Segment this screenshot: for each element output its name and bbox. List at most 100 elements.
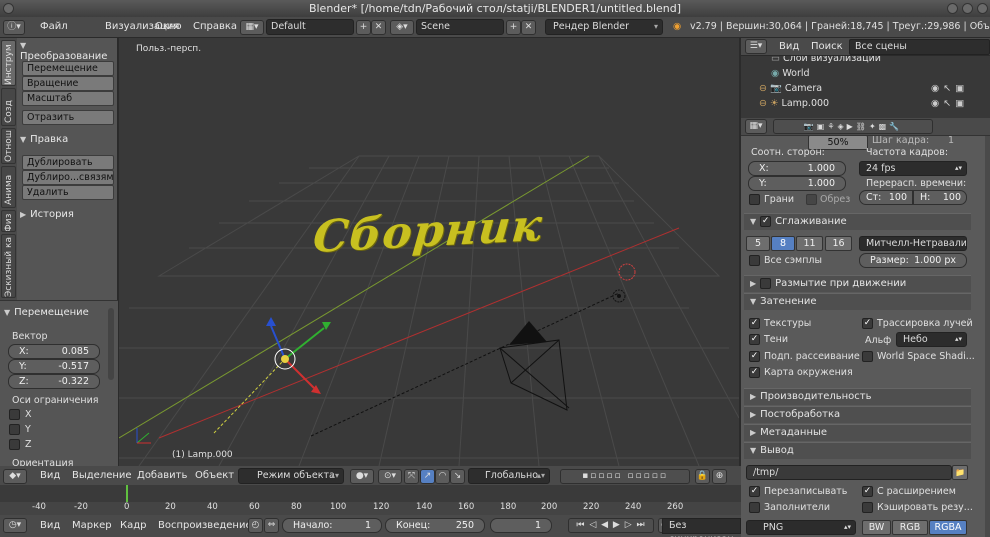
start-frame-field[interactable]: Начало: 1 bbox=[282, 518, 382, 533]
world-space-checkbox[interactable] bbox=[862, 351, 873, 362]
history-panel-header[interactable]: ▶ История bbox=[20, 209, 116, 220]
outliner-item[interactable]: ▭ Слои визуализации bbox=[771, 56, 881, 64]
aa-samples-11[interactable]: 11 bbox=[796, 236, 823, 251]
sss-checkbox[interactable]: ✓ bbox=[749, 351, 760, 362]
sync-select[interactable]: Без синхронизац bbox=[662, 518, 741, 537]
duplicate-button[interactable]: Дублировать bbox=[22, 155, 114, 170]
outliner-editor-icon[interactable]: ☰▾ bbox=[745, 39, 767, 54]
scene-icon[interactable]: ◈▾ bbox=[390, 20, 414, 35]
remap-old-field[interactable]: Ст: 100 bbox=[859, 190, 913, 205]
render-engine-select[interactable]: Рендер Blender ▾ bbox=[545, 19, 663, 35]
shadows-checkbox[interactable]: ✓ bbox=[749, 334, 760, 345]
cache-result-checkbox[interactable] bbox=[862, 502, 873, 513]
frame-menu[interactable]: Кадр bbox=[120, 520, 147, 531]
extensions-checkbox[interactable]: ✓ bbox=[862, 486, 873, 497]
outliner-filter-select[interactable]: Все сцены bbox=[849, 39, 990, 55]
fps-select[interactable]: 24 fps ▴▾ bbox=[859, 161, 967, 176]
marker-menu[interactable]: Маркер bbox=[72, 520, 112, 531]
3d-viewport[interactable]: Польз.-персп. Сборник (1) Lamp.000 bbox=[119, 38, 739, 466]
performance-panel-header[interactable]: ▶ Производительность bbox=[744, 388, 971, 405]
mode-select[interactable]: Режим объекта ▴▾ bbox=[238, 468, 344, 484]
menu-file[interactable]: Файл bbox=[40, 21, 68, 32]
border-checkbox[interactable] bbox=[749, 194, 760, 205]
aa-samples-5[interactable]: 5 bbox=[746, 236, 770, 251]
add-scene-icon[interactable]: + bbox=[506, 20, 521, 35]
tab-relations[interactable]: Отнош bbox=[1, 128, 16, 164]
layout-select[interactable]: Default bbox=[266, 19, 354, 35]
color-mode-bw[interactable]: BW bbox=[862, 520, 891, 535]
maximize-icon[interactable] bbox=[962, 3, 973, 14]
outliner-item[interactable]: ◉ World bbox=[771, 68, 810, 79]
operator-panel-header[interactable]: ▼ Перемещение bbox=[4, 307, 100, 318]
manipulator-toggle-icon[interactable]: ⤧ bbox=[404, 469, 419, 484]
timeline-view-menu[interactable]: Вид bbox=[40, 520, 60, 531]
transform-panel-header[interactable]: ▼Преобразование bbox=[20, 40, 116, 62]
add-layout-icon[interactable]: + bbox=[356, 20, 371, 35]
layer-buttons[interactable]: ▪▫▫▫▫ ▫▫▫▫▫ bbox=[560, 469, 690, 484]
env-map-checkbox[interactable]: ✓ bbox=[749, 367, 760, 378]
context-buttons[interactable]: 📷▣⚘◈▶⛓✦▩🔧 bbox=[773, 119, 933, 134]
current-frame-field[interactable]: 1 bbox=[490, 518, 552, 533]
aa-samples-16[interactable]: 16 bbox=[825, 236, 852, 251]
window-menu-icon[interactable] bbox=[3, 3, 14, 14]
output-path-field[interactable]: /tmp/ bbox=[746, 465, 952, 480]
menu-help[interactable]: Справка bbox=[193, 21, 237, 32]
pivot-icon[interactable]: ⊙▾ bbox=[378, 469, 402, 484]
remove-scene-icon[interactable]: ✕ bbox=[521, 20, 536, 35]
playback-controls[interactable]: ⏮ ◁ ◀ ▶ ▷ ⏭ bbox=[568, 518, 654, 533]
remap-new-field[interactable]: Н: 100 bbox=[913, 190, 967, 205]
metadata-panel-header[interactable]: ▶ Метаданные bbox=[744, 424, 971, 441]
orientation-select[interactable]: Глобально ▴▾ bbox=[468, 468, 550, 484]
object-menu[interactable]: Объект bbox=[195, 470, 234, 481]
info-editor-icon[interactable]: ⓘ▾ bbox=[3, 20, 25, 35]
aspect-y-field[interactable]: Y: 1.000 bbox=[748, 176, 846, 191]
layout-icon[interactable]: ▦▾ bbox=[240, 20, 264, 35]
full-sample-checkbox[interactable] bbox=[749, 255, 760, 266]
outliner-search-menu[interactable]: Поиск bbox=[811, 41, 843, 52]
properties-editor-icon[interactable]: ▦▾ bbox=[745, 119, 767, 134]
edit-panel-header[interactable]: ▼ Правка bbox=[20, 134, 116, 145]
frame-range-icon[interactable]: ⇔ bbox=[264, 518, 279, 533]
filter-size-field[interactable]: Размер: 1.000 px bbox=[859, 253, 967, 268]
vector-x-field[interactable]: X: 0.085 bbox=[8, 344, 100, 359]
motion-blur-panel-header[interactable]: ▶ Размытие при движении bbox=[744, 275, 971, 292]
tab-grease-pencil[interactable]: Эскизный ка bbox=[1, 234, 16, 298]
overwrite-checkbox[interactable]: ✓ bbox=[749, 486, 760, 497]
constraint-x-checkbox[interactable] bbox=[9, 409, 20, 420]
aa-filter-select[interactable]: Митчелл-Нетравали bbox=[859, 236, 967, 251]
antialiasing-panel-header[interactable]: ▼ ✓ Сглаживание bbox=[744, 213, 971, 230]
placeholders-checkbox[interactable] bbox=[749, 502, 760, 513]
file-format-select[interactable]: PNG ▴▾ bbox=[746, 520, 856, 535]
raytrace-checkbox[interactable]: ✓ bbox=[862, 318, 873, 329]
properties-scrollbar[interactable] bbox=[985, 136, 990, 537]
snap-icon[interactable]: ⊕ bbox=[712, 469, 727, 484]
constraint-z-checkbox[interactable] bbox=[9, 439, 20, 450]
color-mode-rgba[interactable]: RGBA bbox=[929, 520, 967, 535]
textures-checkbox[interactable]: ✓ bbox=[749, 318, 760, 329]
vector-y-field[interactable]: Y: -0.517 bbox=[8, 359, 100, 374]
view-menu[interactable]: Вид bbox=[40, 470, 60, 481]
menu-window[interactable]: Окно bbox=[155, 21, 182, 32]
output-panel-header[interactable]: ▼ Вывод bbox=[744, 442, 971, 459]
translate-button[interactable]: Перемещение bbox=[22, 61, 114, 76]
postprocessing-panel-header[interactable]: ▶ Постобработка bbox=[744, 406, 971, 423]
translate-manipulator-icon[interactable]: ↗ bbox=[420, 469, 435, 484]
aspect-x-field[interactable]: X: 1.000 bbox=[748, 161, 846, 176]
scene-select[interactable]: Scene bbox=[416, 19, 504, 35]
rotate-manipulator-icon[interactable]: ◠ bbox=[435, 469, 450, 484]
outliner-restrict-icons[interactable]: ◉↖▣ bbox=[931, 98, 968, 109]
playback-menu[interactable]: Воспроизведение bbox=[158, 520, 252, 531]
outliner-item[interactable]: ⊖ ☀ Lamp.000 bbox=[759, 98, 829, 109]
shading-icon[interactable]: ●▾ bbox=[350, 469, 374, 484]
tab-animation[interactable]: Анима bbox=[1, 166, 16, 208]
tab-tools[interactable]: Инструм bbox=[1, 40, 16, 86]
vector-z-field[interactable]: Z: -0.322 bbox=[8, 374, 100, 389]
duplicate-linked-button[interactable]: Дублиро...связями bbox=[22, 170, 114, 185]
mirror-button[interactable]: Отразить bbox=[22, 110, 114, 125]
delete-button[interactable]: Удалить bbox=[22, 185, 114, 200]
remove-layout-icon[interactable]: ✕ bbox=[371, 20, 386, 35]
alpha-select[interactable]: Небо ▴▾ bbox=[896, 332, 967, 347]
scale-button[interactable]: Масштаб bbox=[22, 91, 114, 106]
operator-scrollbar[interactable] bbox=[108, 308, 114, 380]
aa-samples-8[interactable]: 8 bbox=[771, 236, 795, 251]
